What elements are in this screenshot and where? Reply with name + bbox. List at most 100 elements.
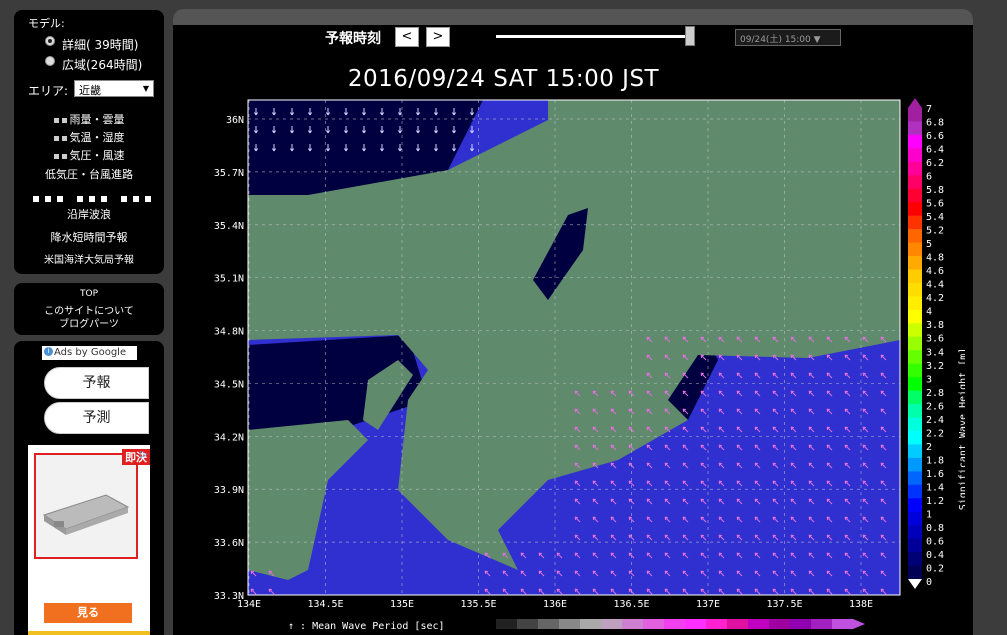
menu-typhoon[interactable]: 低気圧・台風進路 xyxy=(14,166,164,182)
time-select[interactable]: 09/24(土) 15:00 ▼ xyxy=(735,29,841,46)
colorbar-swatch xyxy=(908,296,922,311)
colorbar-tick-label: 0.2 xyxy=(926,563,944,574)
colorbar-tick-label: 5.4 xyxy=(926,212,944,223)
menu-pressure[interactable]: 気圧・風速 xyxy=(14,147,164,163)
colorbar-tick-label: 2.4 xyxy=(926,415,944,426)
adchoices-icon[interactable]: ▷ xyxy=(140,449,148,460)
colorbar-tick-label: 5.8 xyxy=(926,185,944,196)
colorbar-tick-label: 3.2 xyxy=(926,361,944,372)
main-panel-header xyxy=(173,9,973,25)
colorbar-tick-label: 5.2 xyxy=(926,226,944,237)
colorbar-tick-label: 2.8 xyxy=(926,388,944,399)
colorbar-swatch xyxy=(908,525,922,540)
lon-tick-label: 135E xyxy=(390,599,414,610)
lon-tick-label: 136E xyxy=(543,599,567,610)
ad-link-prediction[interactable]: 予測 xyxy=(44,402,149,434)
lon-tick-label: 138E xyxy=(849,599,873,610)
colorbar-tick-label: 4.8 xyxy=(926,253,944,264)
colorbar-swatch xyxy=(908,269,922,284)
colorbar-tick-label: 3.4 xyxy=(926,347,944,358)
colorbar-tick-label: 2 xyxy=(926,442,932,453)
ad-banner[interactable]: 即決 ▷ 見る xyxy=(28,445,150,635)
lon-tick-label: 137E xyxy=(696,599,720,610)
menu-rain[interactable]: 雨量・雲量 xyxy=(14,111,164,127)
colorbar-tick-label: 3.6 xyxy=(926,334,944,345)
colorbar-swatch xyxy=(908,215,922,230)
colorbar-swatch xyxy=(908,511,922,526)
lat-tick-label: 33.6N xyxy=(214,538,244,549)
colorbar-swatch xyxy=(908,161,922,176)
colorbar-swatch xyxy=(908,498,922,513)
menu-precip[interactable]: 降水短時間予報 xyxy=(14,229,164,245)
ads-by-google-label[interactable]: Ads by Google xyxy=(42,346,137,360)
model-detail-label[interactable]: 詳細( 39時間) xyxy=(62,36,138,53)
period-color-swatch xyxy=(538,619,559,629)
period-color-swatch xyxy=(769,619,790,629)
lat-tick-label: 33.9N xyxy=(214,485,244,496)
time-slider-thumb[interactable] xyxy=(685,26,695,46)
forecast-time-label: 予報時刻 xyxy=(325,31,381,47)
colorbar-swatch xyxy=(908,377,922,392)
ad-product-image[interactable] xyxy=(34,453,138,559)
prev-time-button[interactable]: < xyxy=(395,27,419,47)
colorbar-label: Significant Wave Height [m] xyxy=(958,348,965,511)
colorbar-swatch xyxy=(908,430,922,445)
ads-panel: Ads by Google 予報 予測 即決 ▷ 見る xyxy=(14,341,164,635)
menu-separator xyxy=(33,187,157,206)
colorbar-tick-label: 6.2 xyxy=(926,158,944,169)
menu-temp[interactable]: 気温・湿度 xyxy=(14,129,164,145)
colorbar-bottom-arrow xyxy=(908,579,922,589)
colorbar-tick-label: 6.8 xyxy=(926,118,944,129)
colorbar-tick-label: 1.4 xyxy=(926,482,944,493)
lon-tick-label: 136.5E xyxy=(613,599,649,610)
colorbar-tick-label: 0.8 xyxy=(926,523,944,534)
colorbar-tick-label: 6.4 xyxy=(926,145,944,156)
menu-waves[interactable]: 沿岸波浪 xyxy=(14,206,164,222)
colorbar-swatch xyxy=(908,363,922,378)
colorbar-swatch xyxy=(908,175,922,190)
colorbar-tick-label: 4.2 xyxy=(926,293,944,304)
colorbar-swatch xyxy=(908,282,922,297)
colorbar-tick-label: 1.8 xyxy=(926,455,944,466)
colorbar-swatch xyxy=(908,134,922,149)
period-color-swatch xyxy=(685,619,706,629)
ad-link-forecast[interactable]: 予報 xyxy=(44,367,149,399)
colorbar-tick-label: 3.8 xyxy=(926,320,944,331)
period-color-swatch xyxy=(496,619,517,629)
period-color-swatch xyxy=(517,619,538,629)
lon-tick-label: 134E xyxy=(237,599,261,610)
lat-tick-label: 36N xyxy=(226,115,244,126)
colorbar-top-arrow xyxy=(908,98,922,108)
lat-tick-label: 35.4N xyxy=(214,221,244,232)
link-blogparts[interactable]: ブログパーツ xyxy=(14,315,164,330)
link-top[interactable]: TOP xyxy=(14,289,164,299)
colorbar-swatch xyxy=(908,471,922,486)
ad-view-button[interactable]: 見る xyxy=(44,603,132,623)
next-time-button[interactable]: > xyxy=(426,27,450,47)
time-slider-track[interactable] xyxy=(496,35,691,38)
colorbar-tick-label: 2.6 xyxy=(926,401,944,412)
colorbar-tick-label: 5 xyxy=(926,239,932,250)
period-strip-arrow xyxy=(853,619,865,629)
period-color-swatch xyxy=(622,619,643,629)
lon-tick-label: 134.5E xyxy=(307,599,343,610)
lat-tick-label: 35.7N xyxy=(214,168,244,179)
model-wide-radio[interactable] xyxy=(45,56,55,66)
menu-noaa[interactable]: 米国海洋大気局予報 xyxy=(14,251,164,266)
colorbar-swatch xyxy=(908,148,922,163)
colorbar-swatch xyxy=(908,390,922,405)
colorbar-tick-label: 1.6 xyxy=(926,469,944,480)
lat-tick-label: 34.8N xyxy=(214,327,244,338)
colorbar-swatch xyxy=(908,336,922,351)
lon-tick-label: 135.5E xyxy=(460,599,496,610)
colorbar-swatch xyxy=(908,242,922,257)
period-color-swatch xyxy=(811,619,832,629)
colorbar-tick-label: 4.4 xyxy=(926,280,944,291)
colorbar-tick-label: 4.6 xyxy=(926,266,944,277)
period-color-swatch xyxy=(727,619,748,629)
colorbar-tick-label: 3 xyxy=(926,374,932,385)
colorbar-swatch xyxy=(908,404,922,419)
model-detail-radio[interactable] xyxy=(45,36,55,46)
lon-tick-label: 137.5E xyxy=(766,599,802,610)
colorbar-tick-label: 5.6 xyxy=(926,199,944,210)
